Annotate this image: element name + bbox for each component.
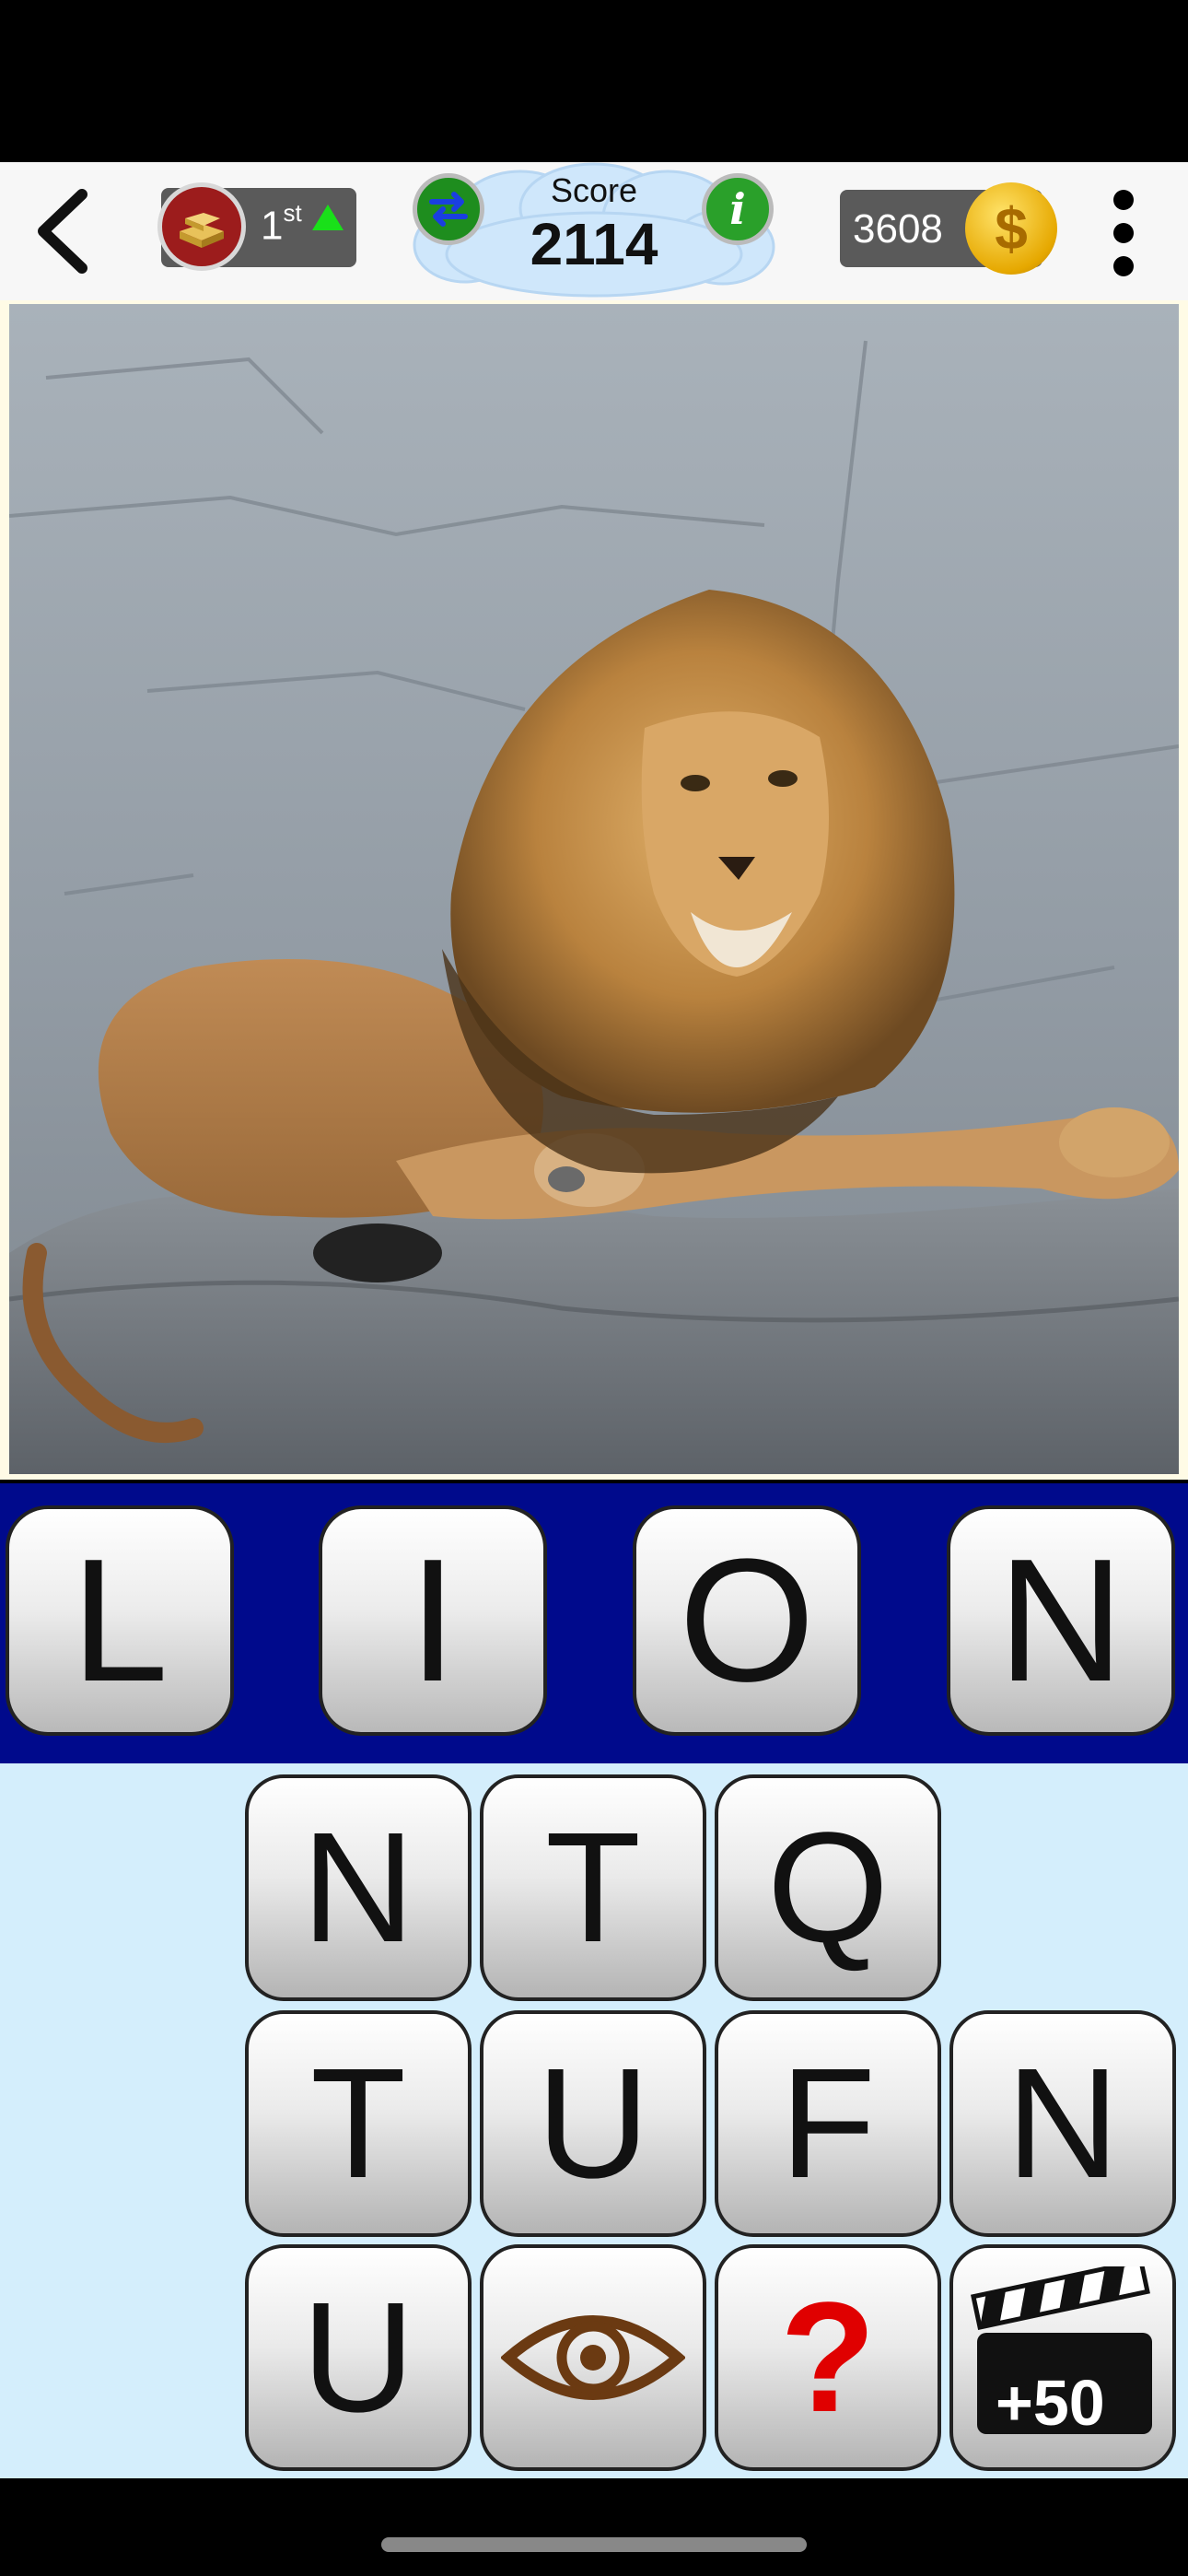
eye-icon bbox=[501, 2315, 685, 2400]
vertical-dots-icon bbox=[1113, 190, 1134, 210]
letter-key[interactable]: U bbox=[480, 2010, 706, 2237]
letter-key[interactable]: N bbox=[245, 1774, 472, 2001]
watch-video-button[interactable]: +50 bbox=[949, 2244, 1176, 2471]
swap-button[interactable] bbox=[413, 173, 484, 245]
answer-tile[interactable]: N bbox=[947, 1505, 1175, 1736]
puzzle-image-frame bbox=[0, 304, 1188, 1480]
letter-key[interactable]: U bbox=[245, 2244, 472, 2471]
answer-tile[interactable]: O bbox=[633, 1505, 861, 1736]
dollar-coin-icon: $ bbox=[965, 182, 1057, 275]
reveal-letter-button[interactable] bbox=[480, 2244, 706, 2471]
letter-key[interactable]: F bbox=[715, 2010, 941, 2237]
swap-arrows-icon bbox=[429, 192, 468, 227]
top-bar: 1st Score 2114 i 3608 $ bbox=[0, 162, 1188, 304]
letter-key[interactable]: T bbox=[245, 2010, 472, 2237]
answer-bar: L I O N bbox=[0, 1483, 1188, 1763]
back-button[interactable] bbox=[20, 181, 103, 282]
letter-key[interactable]: T bbox=[480, 1774, 706, 2001]
answer-tile[interactable]: L bbox=[6, 1505, 234, 1736]
chevron-left-icon bbox=[38, 189, 87, 274]
coin-count: 3608 bbox=[853, 206, 943, 252]
letter-keyboard: N T Q T U F N U ? +50 bbox=[0, 1763, 1188, 2478]
info-icon: i bbox=[729, 184, 746, 234]
letter-key[interactable]: Q bbox=[715, 1774, 941, 2001]
letter-key[interactable]: N bbox=[949, 2010, 1176, 2237]
rank-indicator[interactable]: 1st bbox=[157, 182, 356, 271]
more-menu-button[interactable] bbox=[1096, 182, 1151, 284]
home-indicator[interactable] bbox=[381, 2537, 807, 2552]
info-button[interactable]: i bbox=[702, 173, 774, 245]
question-mark-icon: ? bbox=[780, 2270, 876, 2445]
puzzle-image bbox=[9, 304, 1179, 1474]
coin-balance[interactable]: 3608 $ bbox=[840, 182, 1057, 275]
status-bar bbox=[0, 0, 1188, 162]
answer-tile[interactable]: I bbox=[319, 1505, 547, 1736]
up-arrow-icon bbox=[312, 205, 344, 230]
system-nav-bar bbox=[0, 2478, 1188, 2576]
rank-position: 1st bbox=[261, 199, 302, 249]
gold-bars-icon bbox=[157, 182, 246, 271]
hint-button[interactable]: ? bbox=[715, 2244, 941, 2471]
video-reward-label: +50 bbox=[996, 2367, 1105, 2439]
